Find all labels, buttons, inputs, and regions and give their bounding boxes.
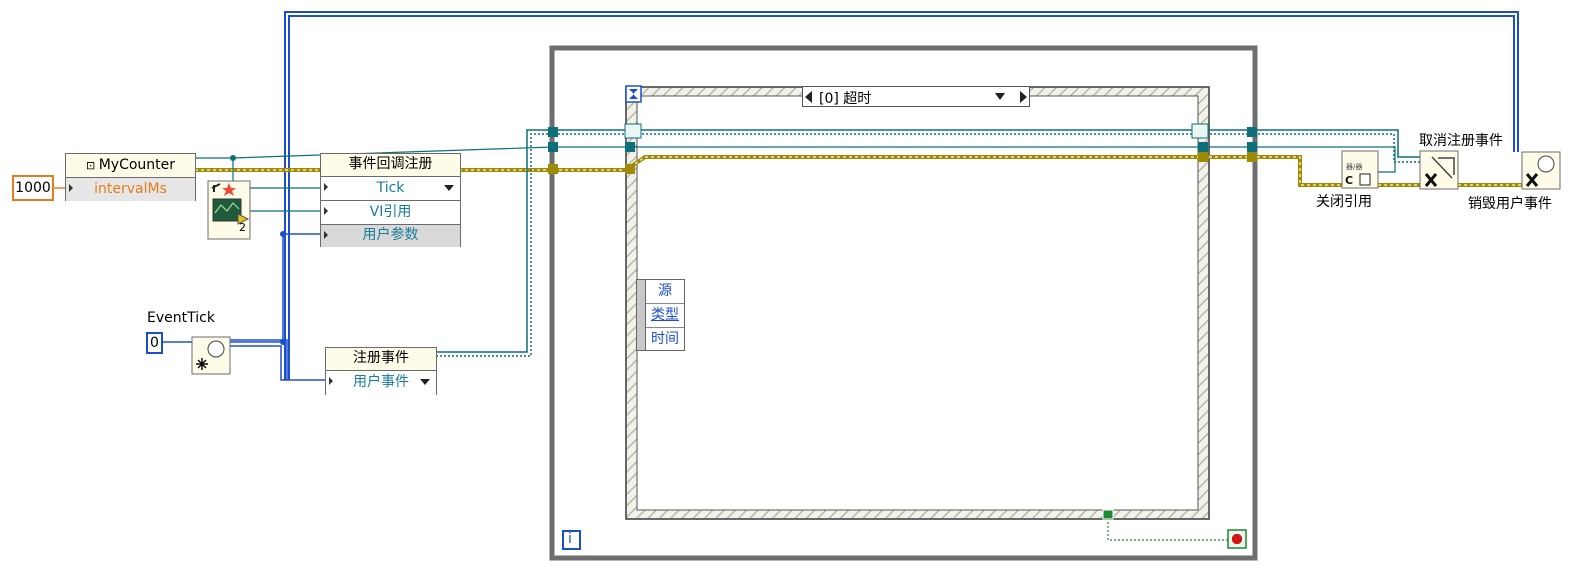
- callback-row-user-param[interactable]: 用户参数: [321, 224, 460, 247]
- close-reference-icon[interactable]: 器/器 C: [1341, 150, 1379, 189]
- interval-value: 1000: [15, 180, 51, 196]
- class-property-label: intervalMs: [94, 181, 167, 197]
- destroy-user-event-label: 销毁用户事件: [1468, 196, 1552, 212]
- interval-constant[interactable]: 1000: [12, 175, 54, 201]
- event-tick-value: 0: [150, 335, 159, 351]
- row-arrow-icon: [324, 231, 328, 239]
- register-row-user-event[interactable]: 用户事件: [326, 370, 436, 395]
- callback-node-header: 事件回调注册: [321, 154, 460, 176]
- callback-register-node[interactable]: 事件回调注册 Tick VI引用 用户参数: [320, 153, 461, 247]
- event-data-type[interactable]: 类型: [646, 304, 684, 328]
- create-user-event-icon[interactable]: [191, 336, 231, 375]
- svg-text:器/器: 器/器: [1346, 163, 1362, 171]
- callback-row-label: 用户参数: [362, 227, 419, 243]
- class-name: MyCounter: [98, 157, 176, 173]
- callback-ref-index: 2: [239, 221, 246, 234]
- callback-node-title: 事件回调注册: [348, 156, 433, 172]
- callback-row-vi-ref[interactable]: VI引用: [321, 200, 460, 224]
- svg-text:C: C: [1345, 174, 1353, 187]
- row-arrow-icon: [324, 207, 328, 215]
- event-case-selector[interactable]: [0] 超时: [802, 86, 1030, 107]
- event-data-node[interactable]: 源 类型 时间: [636, 279, 685, 351]
- register-node-title: 注册事件: [353, 350, 409, 366]
- stop-icon[interactable]: [1227, 529, 1247, 549]
- callback-row-tick[interactable]: Tick: [321, 176, 460, 200]
- chevron-down-icon[interactable]: [995, 93, 1005, 100]
- event-data-handle: [637, 280, 646, 350]
- boolean-tunnel[interactable]: [1102, 509, 1114, 520]
- iteration-label: i: [568, 531, 572, 547]
- callback-row-label: VI引用: [369, 204, 412, 220]
- callback-row-label: Tick: [376, 180, 405, 196]
- block-diagram: 器/器 C: [54, 11, 1561, 561]
- chevron-down-icon[interactable]: [420, 379, 430, 385]
- row-arrow-icon: [329, 377, 333, 385]
- event-tick-constant[interactable]: 0: [146, 332, 163, 354]
- class-node-header: ⊡ MyCounter: [66, 154, 195, 177]
- event-data-source[interactable]: 源: [646, 280, 684, 304]
- chevron-down-icon[interactable]: [444, 185, 454, 191]
- user-event-wire[interactable]: [163, 233, 326, 381]
- class-property-row[interactable]: intervalMs: [66, 177, 195, 201]
- event-tick-label: EventTick: [147, 310, 215, 326]
- class-property-node[interactable]: ⊡ MyCounter intervalMs: [65, 153, 196, 201]
- register-events-node[interactable]: 注册事件 用户事件: [325, 347, 437, 395]
- timeout-icon[interactable]: [625, 85, 642, 103]
- register-node-header: 注册事件: [326, 348, 436, 370]
- event-structure[interactable]: [625, 86, 1210, 520]
- case-label: [0] 超时: [819, 91, 872, 107]
- property-arrow-icon: [69, 184, 73, 192]
- prev-case-icon[interactable]: [805, 91, 812, 103]
- unregister-events-label: 取消注册事件: [1419, 133, 1503, 149]
- close-reference-label: 关闭引用: [1316, 194, 1372, 210]
- destroy-user-event-icon[interactable]: [1521, 151, 1561, 190]
- unregister-events-icon[interactable]: [1419, 150, 1459, 190]
- row-arrow-icon: [324, 183, 328, 191]
- event-data-time[interactable]: 时间: [646, 328, 684, 350]
- register-row-label: 用户事件: [353, 374, 409, 390]
- next-case-icon[interactable]: [1020, 91, 1027, 103]
- class-icon: ⊡: [85, 159, 99, 172]
